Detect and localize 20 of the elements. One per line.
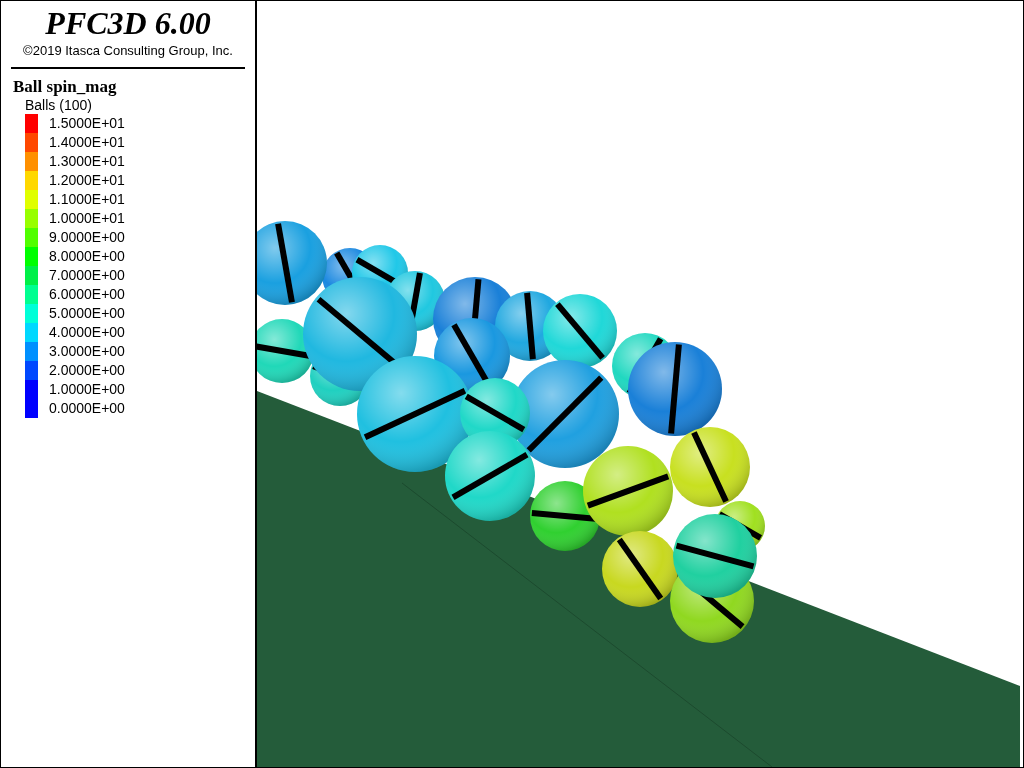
legend-value: 3.0000E+00: [49, 343, 125, 360]
legend-value: 9.0000E+00: [49, 229, 125, 246]
legend-value: 1.3000E+01: [49, 153, 125, 170]
legend-value: 7.0000E+00: [49, 267, 125, 284]
legend-value: 1.4000E+01: [49, 134, 125, 151]
legend-value: 5.0000E+00: [49, 305, 125, 322]
legend-value: 1.2000E+01: [49, 172, 125, 189]
legend-value: 1.5000E+01: [49, 115, 125, 132]
legend-value: 6.0000E+00: [49, 286, 125, 303]
legend-title: Ball spin_mag: [13, 77, 118, 97]
legend-value: 8.0000E+00: [49, 248, 125, 265]
legend-value: 1.0000E+01: [49, 210, 125, 227]
legend-subtitle: Balls (100): [25, 97, 93, 114]
legend-value: 1.0000E+00: [49, 381, 125, 398]
copyright-text: ©2019 Itasca Consulting Group, Inc.: [22, 43, 234, 59]
legend-value: 2.0000E+00: [49, 362, 125, 379]
legend-value: 1.1000E+01: [49, 191, 125, 208]
legend-value: 4.0000E+00: [49, 324, 125, 341]
legend-value: 0.0000E+00: [49, 400, 125, 417]
plot-title: PFC3D 6.00: [44, 5, 212, 41]
